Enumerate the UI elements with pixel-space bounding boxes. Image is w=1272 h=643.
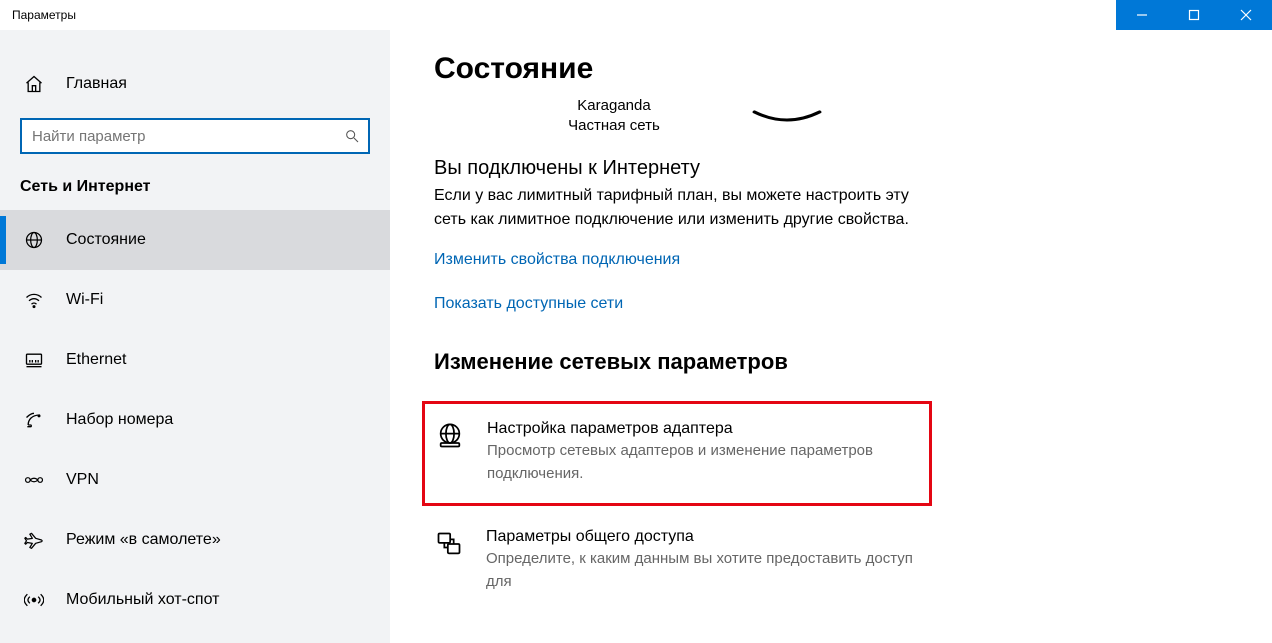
nav-item-label: VPN	[66, 471, 99, 489]
option-desc: Просмотр сетевых адаптеров и изменение п…	[487, 440, 917, 485]
option-sharing-settings[interactable]: Параметры общего доступа Определите, к к…	[434, 522, 944, 601]
network-type: Частная сеть	[484, 116, 744, 136]
option-title: Параметры общего доступа	[486, 528, 940, 546]
link-change-properties[interactable]: Изменить свойства подключения	[434, 251, 1272, 269]
home-label: Главная	[66, 75, 127, 93]
network-name: Karaganda	[484, 96, 744, 116]
wifi-icon	[24, 290, 44, 310]
nav-ethernet[interactable]: Ethernet	[0, 330, 390, 390]
window-controls	[1116, 0, 1272, 30]
airplane-icon	[24, 530, 44, 550]
nav-item-label: Wi-Fi	[66, 291, 103, 309]
decoration-glyph	[752, 110, 822, 126]
network-label-block: Karaganda Частная сеть	[484, 96, 744, 137]
section-heading: Изменение сетевых параметров	[434, 349, 1272, 375]
search-input[interactable]	[30, 126, 344, 147]
ethernet-icon	[24, 350, 44, 370]
status-heading: Вы подключены к Интернету	[434, 157, 1272, 180]
option-desc: Определите, к каким данным вы хотите пре…	[486, 548, 940, 593]
window-title: Параметры	[0, 8, 1116, 22]
sharing-settings-icon	[434, 528, 464, 593]
nav-dialup[interactable]: Набор номера	[0, 390, 390, 450]
option-title: Настройка параметров адаптера	[487, 420, 917, 438]
maximize-button[interactable]	[1168, 0, 1220, 30]
minimize-button[interactable]	[1116, 0, 1168, 30]
nav-vpn[interactable]: VPN	[0, 450, 390, 510]
nav-item-label: Мобильный хот-спот	[66, 591, 219, 609]
titlebar: Параметры	[0, 0, 1272, 30]
sidebar: Главная Сеть и Интернет Состояние Wi-Fi	[0, 30, 390, 643]
nav-hotspot[interactable]: Мобильный хот-спот	[0, 570, 390, 630]
page-title: Состояние	[434, 52, 1272, 86]
dialup-icon	[24, 410, 44, 430]
category-header: Сеть и Интернет	[0, 176, 390, 210]
status-desc: Если у вас лимитный тарифный план, вы мо…	[434, 184, 944, 234]
close-button[interactable]	[1220, 0, 1272, 30]
search-icon	[344, 128, 360, 144]
adapter-settings-icon	[435, 420, 465, 485]
hotspot-icon	[24, 590, 44, 610]
search-box[interactable]	[20, 118, 370, 154]
nav-status[interactable]: Состояние	[0, 210, 390, 270]
nav-item-label: Ethernet	[66, 351, 126, 369]
nav-wifi[interactable]: Wi-Fi	[0, 270, 390, 330]
nav-airplane[interactable]: Режим «в самолете»	[0, 510, 390, 570]
home-icon	[24, 74, 44, 94]
vpn-icon	[24, 470, 44, 490]
nav-item-label: Набор номера	[66, 411, 173, 429]
globe-icon	[24, 230, 44, 250]
nav-item-label: Режим «в самолете»	[66, 531, 221, 549]
content-area: Состояние Karaganda Частная сеть Вы подк…	[390, 30, 1272, 643]
nav-item-label: Состояние	[66, 231, 146, 249]
link-show-networks[interactable]: Показать доступные сети	[434, 295, 1272, 313]
home-link[interactable]: Главная	[0, 60, 390, 108]
option-adapter-settings[interactable]: Настройка параметров адаптера Просмотр с…	[422, 401, 932, 506]
